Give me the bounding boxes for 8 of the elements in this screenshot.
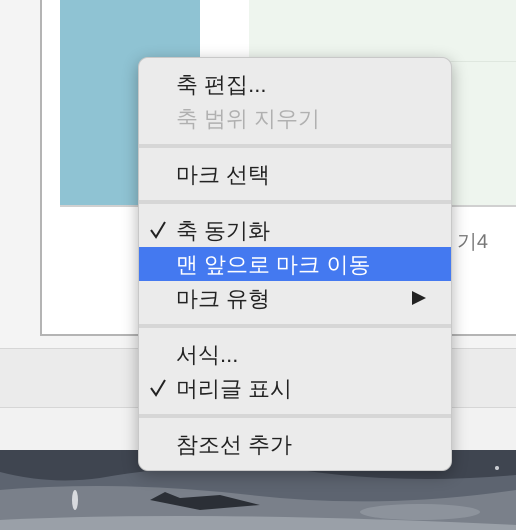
menu-item[interactable]: 참조선 추가 [139,427,451,461]
menu-item[interactable]: 축 동기화 [139,213,451,247]
menu-item[interactable]: 맨 앞으로 마크 이동 [139,247,451,281]
menu-item[interactable]: 마크 선택 [139,157,451,191]
axis-label: 기4 [456,230,488,255]
menu-item[interactable]: 마크 유형 [139,281,451,315]
menu-item[interactable]: 서식... [139,337,451,371]
menu-item[interactable]: 축 편집... [139,67,451,101]
